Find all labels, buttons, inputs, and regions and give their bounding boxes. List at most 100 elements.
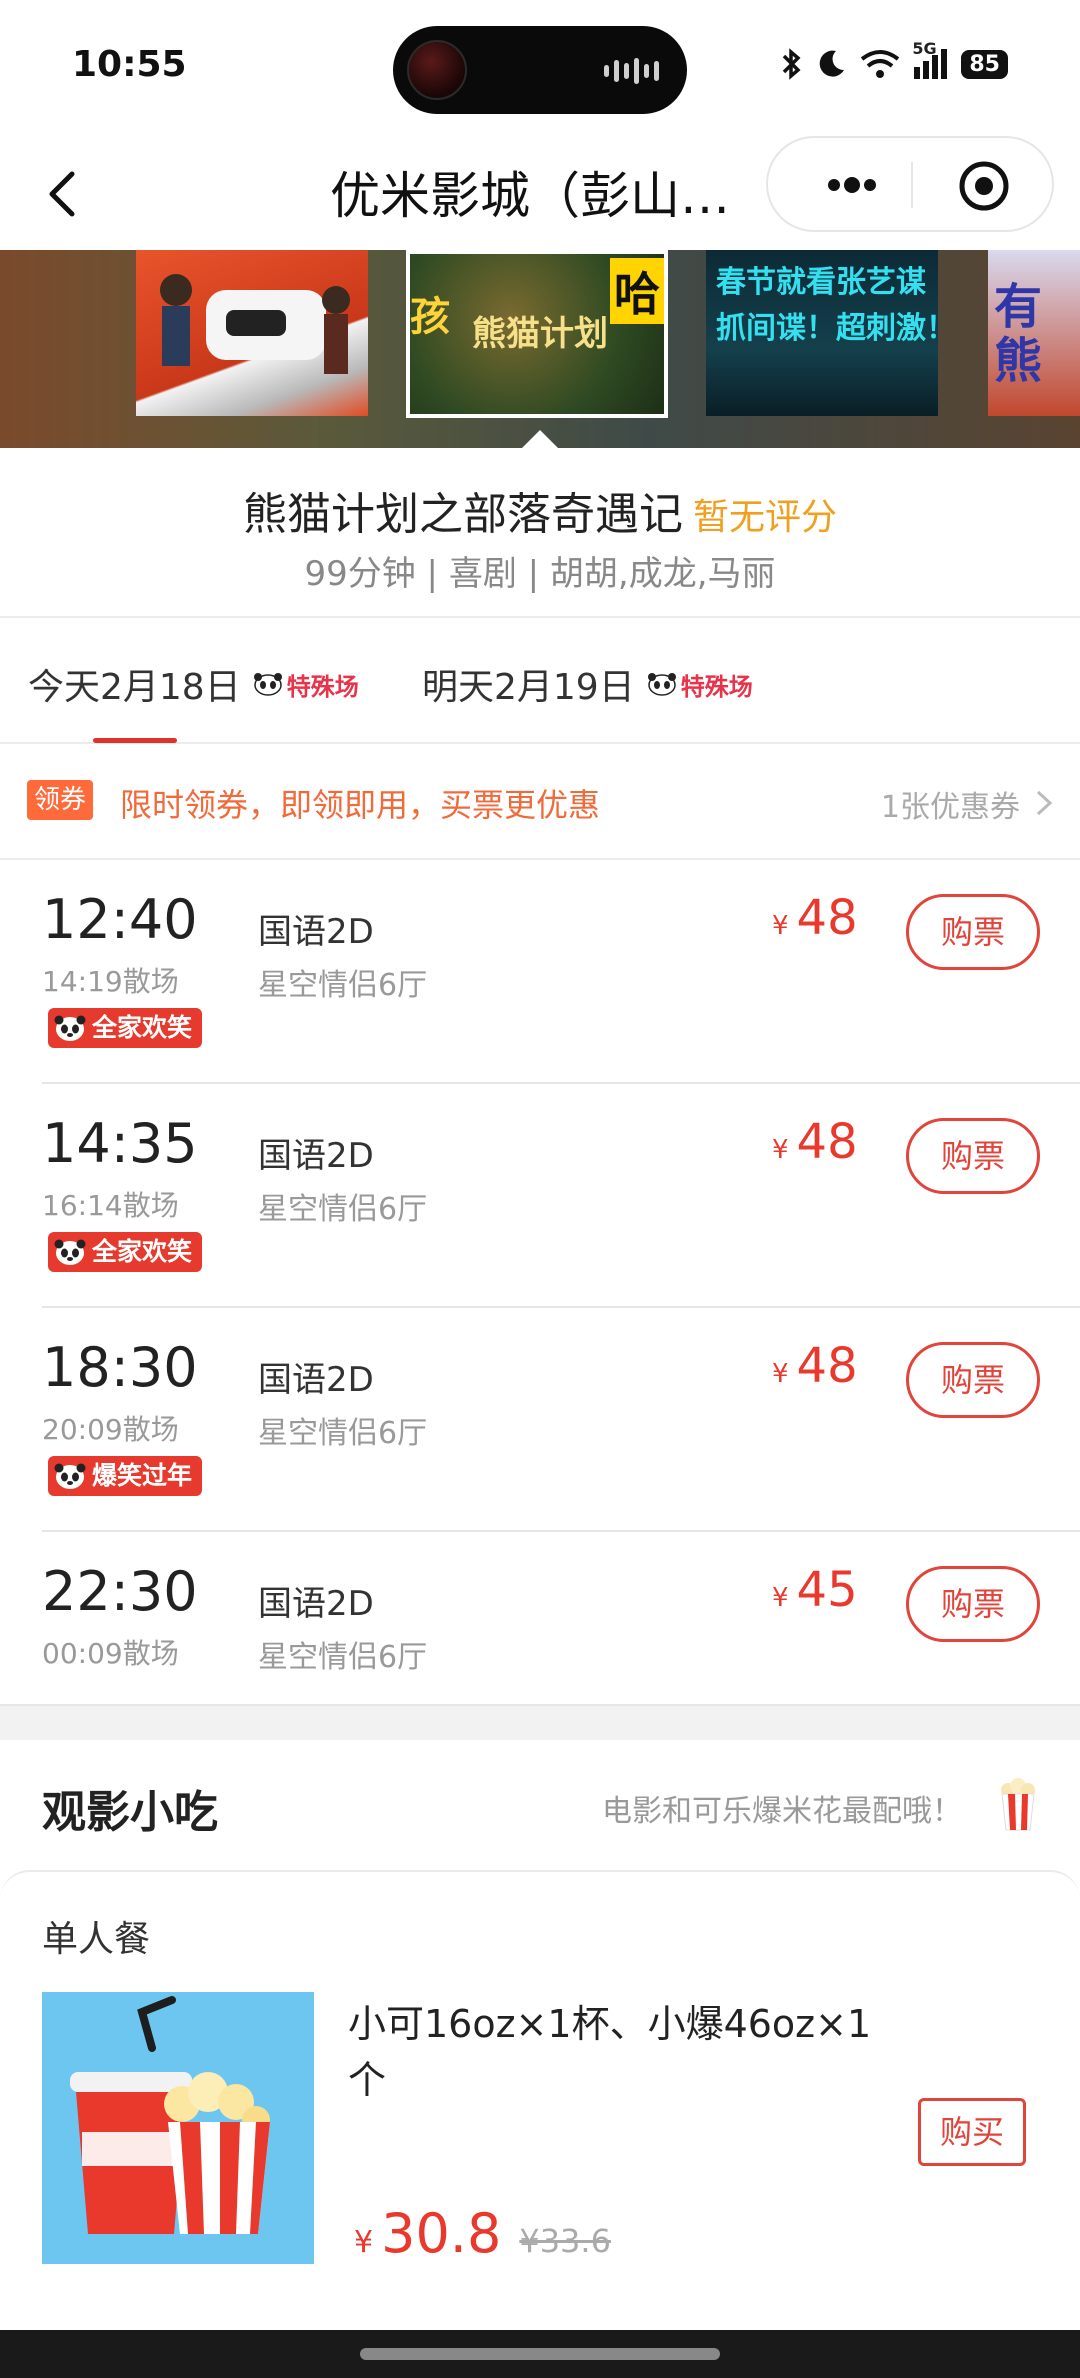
- showtime-row: 14:35 16:14散场 全家欢笑 国语2D 星空情侣6厅 ¥48 购票: [0, 1084, 1080, 1308]
- language-format: 国语2D: [258, 1136, 374, 1176]
- price-value: 45: [796, 1562, 858, 1618]
- panda-icon: [54, 1015, 86, 1041]
- language-format: 国语2D: [258, 1584, 374, 1624]
- currency-symbol: ¥: [772, 911, 789, 941]
- poster-text: 孩: [410, 294, 450, 340]
- home-indicator[interactable]: [360, 2348, 720, 2360]
- coupon-bar[interactable]: 领券 限时领券，即领即用，买票更优惠 1张优惠券: [0, 744, 1080, 860]
- special-screening-tag: 特殊场: [253, 667, 359, 702]
- status-bar: 10:55 5G 85: [0, 0, 1080, 136]
- ticket-price: ¥48: [772, 1338, 858, 1394]
- movie-poster[interactable]: 有 熊: [988, 250, 1080, 416]
- bluetooth-icon: [783, 48, 801, 80]
- tab-date-label: 今天2月18日: [28, 667, 241, 708]
- poster-text: 哈: [610, 258, 664, 324]
- popcorn-icon: [1001, 1778, 1035, 1831]
- currency-symbol: ¥: [772, 1135, 789, 1165]
- tab-tomorrow[interactable]: 明天2月19日 特殊场: [422, 658, 753, 710]
- panda-icon: [54, 1239, 86, 1265]
- movie-poster[interactable]: 春节就看张艺谋 抓间谍！超刺激！: [706, 250, 938, 416]
- currency-symbol: ¥: [354, 2225, 374, 2260]
- tab-date-label: 明天2月19日: [422, 667, 635, 708]
- end-time: 00:09散场: [42, 1637, 179, 1670]
- hall-name: 星空情侣6厅: [258, 1192, 428, 1227]
- movie-title: 熊猫计划之部落奇遇记: [242, 489, 683, 540]
- promo-tag: 全家欢笑: [48, 1232, 203, 1272]
- tab-today[interactable]: 今天2月18日 特殊场: [28, 658, 359, 710]
- combo-description: 小可16oz×1杯、小爆46oz×1个: [348, 2002, 872, 2102]
- coupon-badge: 领券: [27, 780, 93, 820]
- dynamic-island: [393, 26, 687, 114]
- start-time: 14:35: [42, 1112, 198, 1175]
- combo-category: 单人餐: [42, 1919, 151, 1960]
- price-value: 48: [796, 1338, 858, 1394]
- page-title: 优米影城（彭山…: [330, 167, 730, 225]
- buy-combo-button[interactable]: 购买: [918, 2098, 1026, 2166]
- section-divider: [0, 1704, 1080, 1740]
- poster-text: 春节就看张艺谋 抓间谍！超刺激！: [716, 265, 938, 346]
- language-format: 国语2D: [258, 1360, 374, 1400]
- active-tab-indicator: [93, 738, 177, 743]
- promo-tag-label: 全家欢笑: [92, 1237, 193, 1266]
- price-value: 48: [796, 890, 858, 946]
- end-time: 20:09散场: [42, 1413, 179, 1446]
- chevron-right-icon: [1036, 790, 1053, 816]
- network-type: 5G: [912, 39, 937, 58]
- original-price: ¥33.6: [519, 2222, 611, 2260]
- back-button[interactable]: [36, 158, 96, 228]
- battery-indicator: 85: [961, 49, 1008, 79]
- movie-title-row: 熊猫计划之部落奇遇记 暂无评分: [0, 478, 1080, 542]
- movie-poster[interactable]: [136, 250, 368, 416]
- movie-poster-carousel: 孩 熊猫计划 哈 春节就看张艺谋 抓间谍！超刺激！ 有 熊: [0, 250, 1080, 448]
- buy-ticket-button[interactable]: 购票: [906, 1566, 1040, 1642]
- movie-score: 暂无评分: [692, 497, 837, 538]
- language-format: 国语2D: [258, 912, 374, 952]
- capsule-divider: [911, 162, 913, 208]
- now-playing-artwork: [407, 40, 467, 100]
- coupon-promo-text: 限时领券，即领即用，买票更优惠: [120, 786, 601, 824]
- end-time: 16:14散场: [42, 1189, 179, 1222]
- audio-wave-icon: [604, 58, 659, 84]
- promo-tag-label: 爆笑过年: [92, 1461, 193, 1490]
- price-value: 30.8: [381, 2202, 502, 2265]
- special-tag-label: 特殊场: [680, 672, 753, 701]
- buy-ticket-button[interactable]: 购票: [906, 1342, 1040, 1418]
- hall-name: 星空情侣6厅: [258, 1416, 428, 1451]
- system-home-area: [0, 2330, 1080, 2378]
- price-value: 48: [796, 1114, 858, 1170]
- date-tabs: 今天2月18日 特殊场 明天2月19日 特殊场: [0, 618, 1080, 744]
- snacks-header: 观影小吃 电影和可乐爆米花最配哦！: [0, 1740, 1080, 1870]
- buy-ticket-button[interactable]: 购票: [906, 1118, 1040, 1194]
- snacks-title: 观影小吃: [42, 1787, 218, 1838]
- poster-artwork: [160, 274, 350, 374]
- snack-combo-card: 单人餐 小可16oz×1杯、小爆46oz×1个 ¥30.8 ¥33.6 购买: [0, 1870, 1080, 2330]
- wifi-icon: [861, 50, 900, 78]
- showtime-row: 22:30 00:09散场 国语2D 星空情侣6厅 ¥45 购票: [0, 1532, 1080, 1704]
- movie-meta: 99分钟 | 喜剧 | 胡胡,成龙,马丽: [304, 554, 776, 594]
- status-icons: 5G 85: [780, 39, 1008, 80]
- more-button[interactable]: [804, 162, 900, 208]
- panda-icon: [54, 1463, 86, 1489]
- buy-ticket-button[interactable]: 购票: [906, 894, 1040, 970]
- poster-text: 有 熊: [994, 279, 1043, 389]
- special-screening-tag: 特殊场: [647, 667, 753, 702]
- movie-poster-selected[interactable]: 孩 熊猫计划 哈: [406, 250, 668, 418]
- coupon-count: 1张优惠券: [880, 790, 1020, 825]
- navigation-bar: 优米影城（彭山…: [0, 136, 1080, 250]
- hall-name: 星空情侣6厅: [258, 1640, 428, 1675]
- ticket-price: ¥48: [772, 890, 858, 946]
- snacks-slogan: 电影和可乐爆米花最配哦！: [602, 1794, 962, 1829]
- chevron-left-icon: [49, 171, 75, 217]
- mini-program-capsule: [766, 136, 1054, 232]
- ticket-price: ¥45: [772, 1562, 858, 1618]
- combo-image: [42, 1992, 314, 2264]
- promo-tag: 爆笑过年: [48, 1456, 203, 1496]
- close-mini-program-button[interactable]: [956, 158, 1012, 214]
- cola-popcorn-illustration: [70, 1996, 270, 2234]
- cellular-signal-icon: 5G: [912, 39, 948, 79]
- special-tag-label: 特殊场: [286, 672, 359, 701]
- combo-price: ¥30.8 ¥33.6: [354, 2202, 611, 2265]
- start-time: 22:30: [42, 1560, 198, 1623]
- hall-name: 星空情侣6厅: [258, 968, 428, 1003]
- currency-symbol: ¥: [772, 1359, 789, 1389]
